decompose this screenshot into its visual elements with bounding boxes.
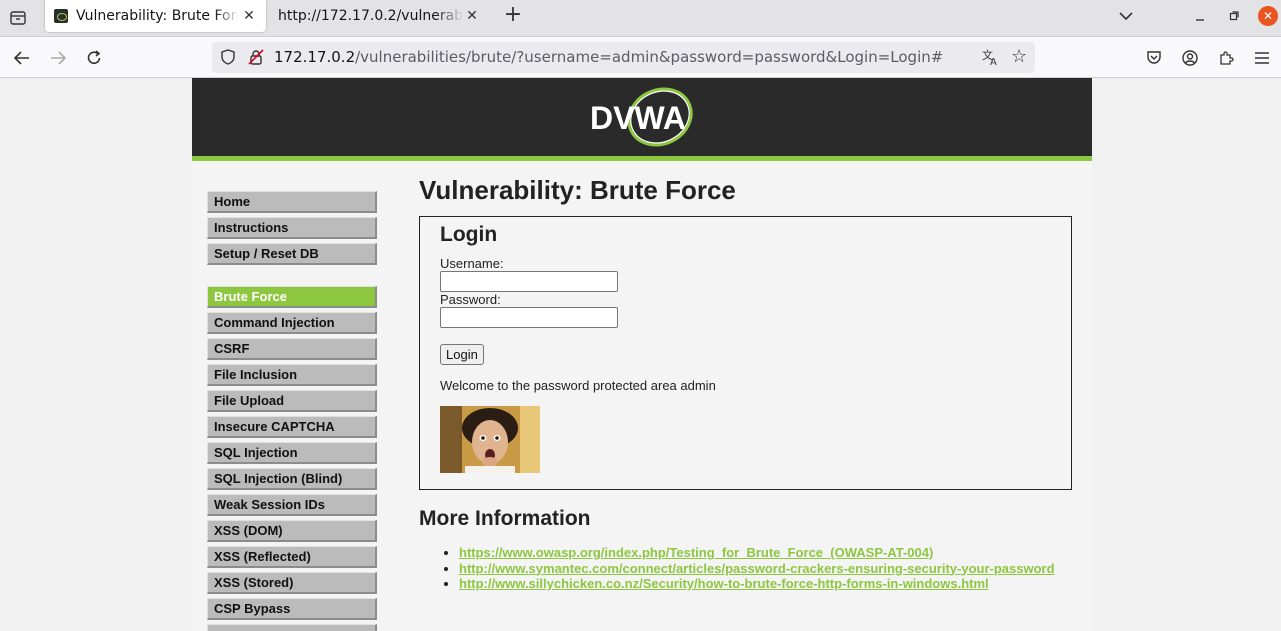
minimize-icon[interactable] <box>1189 5 1211 27</box>
menu-item-file-inclusion[interactable]: File Inclusion <box>207 364 377 386</box>
list-item: http://www.sillychicken.co.nz/Security/h… <box>459 576 1072 592</box>
menu-item-sql-injection[interactable]: SQL Injection <box>207 442 377 464</box>
dvwa-header: DVWA <box>192 78 1092 161</box>
main-content: Vulnerability: Brute Force Login Usernam… <box>419 175 1072 592</box>
password-label: Password: <box>440 292 501 307</box>
password-input[interactable] <box>440 307 618 328</box>
login-button[interactable]: Login <box>440 344 484 365</box>
url-bar[interactable]: 172.17.0.2/vulnerabilities/brute/?userna… <box>212 42 1035 73</box>
back-icon[interactable] <box>9 45 35 71</box>
more-info-heading: More Information <box>419 507 591 530</box>
tab-inactive[interactable]: http://172.17.0.2/vulnerabilities/brute/… <box>268 0 489 32</box>
menu-item-home[interactable]: Home <box>207 191 377 213</box>
close-window-icon[interactable]: ✕ <box>1258 6 1278 26</box>
menu-item-xss-reflected[interactable]: XSS (Reflected) <box>207 546 377 568</box>
list-item: https://www.owasp.org/index.php/Testing_… <box>459 545 1072 561</box>
svg-text:DVWA: DVWA <box>590 100 686 136</box>
tab-title: http://172.17.0.2/vulnerabilities/brute/ <box>278 8 463 24</box>
menu-item-xss-dom[interactable]: XSS (DOM) <box>207 520 377 542</box>
forward-icon[interactable] <box>45 45 71 71</box>
pocket-icon[interactable] <box>1141 45 1167 71</box>
extensions-icon[interactable] <box>1213 45 1239 71</box>
new-tab-icon[interactable]: + <box>502 4 524 27</box>
menu-item-weak-session-ids[interactable]: Weak Session IDs <box>207 494 377 516</box>
navigation-bar: 172.17.0.2/vulnerabilities/brute/?userna… <box>0 37 1281 78</box>
dvwa-logo: DVWA <box>590 87 693 147</box>
menu-item-next[interactable] <box>207 624 377 631</box>
tab-list-icon[interactable] <box>6 7 30 29</box>
tab-active[interactable]: Vulnerability: Brute Force ✕ <box>45 0 266 32</box>
menu-item-instructions[interactable]: Instructions <box>207 217 377 239</box>
menu-item-sql-injection-blind[interactable]: SQL Injection (Blind) <box>207 468 377 490</box>
menu-item-brute-force[interactable]: Brute Force <box>207 286 377 308</box>
bookmark-star-icon[interactable]: ☆ <box>1011 46 1027 67</box>
sidebar-menu: Home Instructions Setup / Reset DB Brute… <box>207 191 377 631</box>
user-avatar-photo <box>440 406 540 473</box>
restore-icon[interactable] <box>1223 5 1245 27</box>
page-viewport: DVWA Home Instructions Setup / Reset DB … <box>0 78 1281 631</box>
username-label: Username: <box>440 256 504 271</box>
tab-strip: Vulnerability: Brute Force ✕ http://172.… <box>0 0 1281 37</box>
menu-gap <box>207 269 377 286</box>
menu-item-insecure-captcha[interactable]: Insecure CAPTCHA <box>207 416 377 438</box>
account-icon[interactable] <box>1177 45 1203 71</box>
tracking-shield-icon[interactable] <box>220 49 236 65</box>
welcome-message: Welcome to the password protected area a… <box>440 378 716 393</box>
translate-icon[interactable]: 文A <box>982 48 1000 68</box>
menu-item-xss-stored[interactable]: XSS (Stored) <box>207 572 377 594</box>
login-heading: Login <box>440 223 498 246</box>
url-text[interactable]: 172.17.0.2/vulnerabilities/brute/?userna… <box>274 48 943 66</box>
url-path: /vulnerabilities/brute/?username=admin&p… <box>355 48 944 66</box>
sillychicken-link[interactable]: http://www.sillychicken.co.nz/Security/h… <box>459 576 989 591</box>
dvwa-container: DVWA Home Instructions Setup / Reset DB … <box>192 78 1092 631</box>
login-box: Login Username: Password: Login Welcome … <box>419 216 1072 490</box>
menu-item-csp-bypass[interactable]: CSP Bypass <box>207 598 377 620</box>
tab-title: Vulnerability: Brute Force <box>76 8 239 24</box>
username-input[interactable] <box>440 271 618 292</box>
symantec-link[interactable]: http://www.symantec.com/connect/articles… <box>459 561 1055 576</box>
insecure-lock-icon[interactable] <box>248 49 264 65</box>
menu-item-setup[interactable]: Setup / Reset DB <box>207 243 377 265</box>
svg-text:A: A <box>990 57 997 66</box>
menu-icon[interactable] <box>1249 45 1275 71</box>
more-info-links: https://www.owasp.org/index.php/Testing_… <box>419 545 1072 592</box>
reload-icon[interactable] <box>81 45 107 71</box>
close-tab-icon[interactable]: ✕ <box>241 8 257 24</box>
owasp-link[interactable]: https://www.owasp.org/index.php/Testing_… <box>459 545 933 560</box>
page-title: Vulnerability: Brute Force <box>419 175 736 205</box>
menu-item-command-injection[interactable]: Command Injection <box>207 312 377 334</box>
close-tab-icon[interactable]: ✕ <box>464 8 480 24</box>
dvwa-favicon-icon <box>54 9 68 23</box>
list-item: http://www.symantec.com/connect/articles… <box>459 561 1072 577</box>
menu-item-csrf[interactable]: CSRF <box>207 338 377 360</box>
chevron-down-icon[interactable] <box>1115 5 1137 27</box>
url-host: 172.17.0.2 <box>274 48 356 66</box>
menu-item-file-upload[interactable]: File Upload <box>207 390 377 412</box>
